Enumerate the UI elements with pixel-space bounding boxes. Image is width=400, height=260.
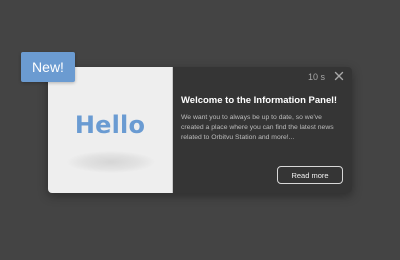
countdown-timer: 10 s [307,72,325,82]
preview-image: Hello [48,67,173,193]
read-more-button[interactable]: Read more [277,166,343,184]
hello-text: Hello [74,111,146,139]
preview-shadow [67,151,155,173]
close-icon[interactable] [332,69,346,83]
panel-title: Welcome to the Information Panel! [181,95,338,106]
panel-content: 10 s Welcome to the Information Panel! W… [173,67,352,193]
panel-description: We want you to always be up to date, so … [181,114,334,141]
new-badge: New! [21,52,75,82]
information-panel: Hello 10 s Welcome to the Information Pa… [48,67,352,193]
